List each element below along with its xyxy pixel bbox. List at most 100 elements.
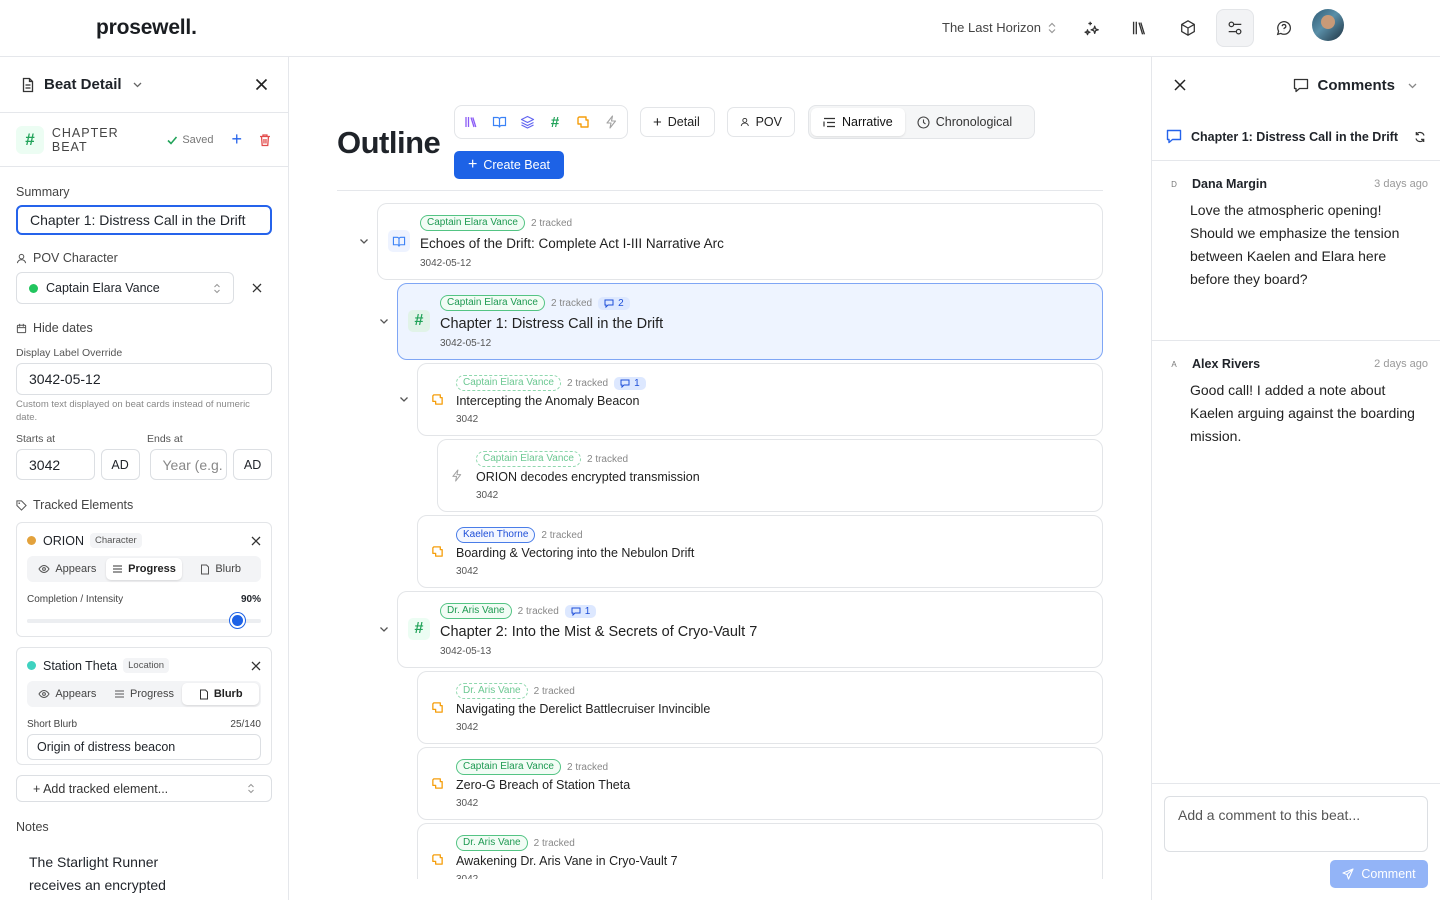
box-icon[interactable] xyxy=(1169,9,1207,47)
tab-label: Appears xyxy=(55,563,97,575)
book-open-icon[interactable] xyxy=(489,112,509,132)
beat-title: Echoes of the Drift: Complete Act I-III … xyxy=(420,236,724,251)
character-tag[interactable]: Kaelen Thorne xyxy=(456,527,536,543)
refresh-icon[interactable] xyxy=(1414,131,1426,143)
beat-card[interactable]: Captain Elara Vance 2 tracked 1 Intercepti… xyxy=(417,363,1103,436)
comment-submit-button[interactable]: Comment xyxy=(1330,860,1428,888)
library-icon[interactable] xyxy=(461,112,481,132)
add-tracked-select[interactable]: + Add tracked element... xyxy=(16,775,272,802)
project-selector[interactable]: The Last Horizon xyxy=(942,20,1057,35)
bolt-icon[interactable] xyxy=(601,112,621,132)
comment-item: A Alex Rivers 2 days ago Good call! I ad… xyxy=(1152,341,1440,466)
character-tag[interactable]: Captain Elara Vance xyxy=(456,375,561,391)
detail-button[interactable]: + Detail xyxy=(640,107,715,137)
tab-appears[interactable]: Appears xyxy=(29,558,106,580)
slider-thumb[interactable] xyxy=(229,613,245,628)
beat-type-label: CHAPTER BEAT xyxy=(51,125,119,154)
create-beat-button[interactable]: + Create Beat xyxy=(454,151,564,179)
comment-count: 1 xyxy=(584,605,591,617)
plus-icon: + xyxy=(467,156,478,173)
tracked-count: 2 tracked xyxy=(541,529,583,541)
beat-card[interactable]: Dr. Aris Vane 2 tracked Navigating the De… xyxy=(417,671,1103,744)
collapse-chevron-icon[interactable] xyxy=(398,393,410,405)
pov-select[interactable]: Captain Elara Vance xyxy=(16,272,234,304)
library-icon[interactable] xyxy=(1120,9,1158,47)
intensity-slider[interactable] xyxy=(27,613,261,628)
user-avatar[interactable] xyxy=(1312,9,1344,41)
pov-button[interactable]: POV xyxy=(727,107,795,137)
scene-icon xyxy=(426,772,448,794)
order-toggle: Narrative Chronological xyxy=(808,105,1035,139)
beat-card[interactable]: Dr. Aris Vane 2 tracked Awakening Dr. Ari… xyxy=(417,823,1103,879)
close-icon[interactable] xyxy=(1174,79,1186,91)
collapse-chevron-icon[interactable] xyxy=(358,235,370,247)
display-override-input[interactable]: 3042-05-12 xyxy=(16,363,272,395)
beat-card-selected[interactable]: # Captain Elara Vance 2 tracked 2 Chapter … xyxy=(397,283,1103,360)
blurb-input[interactable]: Origin of distress beacon xyxy=(27,734,261,760)
beat-card[interactable]: Captain Elara Vance 2 tracked Echoes of t… xyxy=(377,203,1103,280)
sparkles-icon[interactable] xyxy=(1073,9,1111,47)
top-bar: prosewell. The Last Horizon xyxy=(0,0,1440,57)
remove-element-icon[interactable] xyxy=(251,536,261,546)
starts-era-select[interactable]: AD xyxy=(100,449,140,480)
close-icon[interactable] xyxy=(255,78,268,91)
detail-label: Detail xyxy=(667,115,700,129)
help-circle-icon[interactable] xyxy=(1265,9,1303,47)
brand-logo[interactable]: prosewell. xyxy=(96,16,197,40)
beat-card[interactable]: Captain Elara Vance 2 tracked Zero-G Brea… xyxy=(417,747,1103,820)
narrative-toggle[interactable]: Narrative xyxy=(811,108,905,136)
character-tag[interactable]: Captain Elara Vance xyxy=(456,759,561,775)
character-tag[interactable]: Dr. Aris Vane xyxy=(456,683,528,699)
chevron-updown-icon xyxy=(214,283,220,293)
tab-progress[interactable]: Progress xyxy=(105,558,183,580)
tracked-count: 2 tracked xyxy=(550,297,593,309)
narrative-label: Narrative xyxy=(842,115,893,129)
layers-icon[interactable] xyxy=(517,112,537,132)
clear-pov-icon[interactable] xyxy=(252,283,262,293)
beat-card[interactable]: Captain Elara Vance 2 tracked ORION decod… xyxy=(437,439,1103,512)
comment-count-badge[interactable]: 1 xyxy=(614,376,646,390)
comment-author: Dana Margin xyxy=(1192,177,1268,191)
tracked-element-card: ORION Character Appears Progress Blurb C… xyxy=(16,522,272,637)
beat-detail-panel: Beat Detail # CHAPTER BEAT Saved + Summa… xyxy=(0,57,289,900)
trash-icon[interactable] xyxy=(258,133,272,147)
ends-label: Ends at xyxy=(147,433,183,445)
scene-icon xyxy=(426,848,448,870)
starts-year-input[interactable]: 3042 xyxy=(16,449,95,480)
collapse-chevron-icon[interactable] xyxy=(378,623,390,635)
scene-icon xyxy=(426,696,448,718)
collapse-chevron-icon[interactable] xyxy=(378,315,390,327)
comment-input[interactable]: Add a comment to this beat... xyxy=(1164,796,1428,852)
character-tag[interactable]: Captain Elara Vance xyxy=(420,215,525,231)
tab-blurb[interactable]: Blurb xyxy=(182,558,259,580)
tracked-count: 2 tracked xyxy=(530,217,573,229)
character-tag[interactable]: Dr. Aris Vane xyxy=(456,835,528,851)
chevron-down-icon[interactable] xyxy=(132,79,143,90)
tab-progress[interactable]: Progress xyxy=(106,683,183,705)
beat-date: 3042 xyxy=(456,722,479,733)
scene-icon[interactable] xyxy=(573,112,593,132)
tab-appears[interactable]: Appears xyxy=(29,683,106,705)
beat-card[interactable]: Kaelen Thorne 2 tracked Boarding & Vector… xyxy=(417,515,1103,588)
blurb-label: Short Blurb xyxy=(27,719,78,730)
settings-sliders-icon[interactable] xyxy=(1216,9,1254,47)
comment-count: 1 xyxy=(634,377,640,389)
avatar: A xyxy=(1171,359,1177,369)
character-tag[interactable]: Captain Elara Vance xyxy=(440,295,545,311)
tab-blurb[interactable]: Blurb xyxy=(182,683,260,705)
ends-year-input[interactable]: Year (e.g. xyxy=(149,449,228,480)
notes-text[interactable]: The Starlight Runner receives an encrypt… xyxy=(29,851,199,897)
remove-element-icon[interactable] xyxy=(251,661,261,671)
hash-icon[interactable]: # xyxy=(545,112,565,132)
chronological-toggle[interactable]: Chronological xyxy=(905,108,1024,136)
add-icon[interactable]: + xyxy=(232,129,243,150)
summary-input[interactable]: Chapter 1: Distress Call in the Drift xyxy=(16,205,272,235)
comment-count-badge[interactable]: 2 xyxy=(598,296,630,310)
beat-card[interactable]: # Dr. Aris Vane 2 tracked 1 Chapter 2: Int… xyxy=(397,591,1103,668)
character-tag[interactable]: Dr. Aris Vane xyxy=(440,603,512,619)
hide-dates-toggle[interactable]: Hide dates xyxy=(16,321,272,335)
character-tag[interactable]: Captain Elara Vance xyxy=(476,451,581,467)
ends-era-select[interactable]: AD xyxy=(233,449,272,480)
comment-count-badge[interactable]: 1 xyxy=(564,604,597,618)
chevron-down-icon[interactable] xyxy=(1407,80,1418,91)
